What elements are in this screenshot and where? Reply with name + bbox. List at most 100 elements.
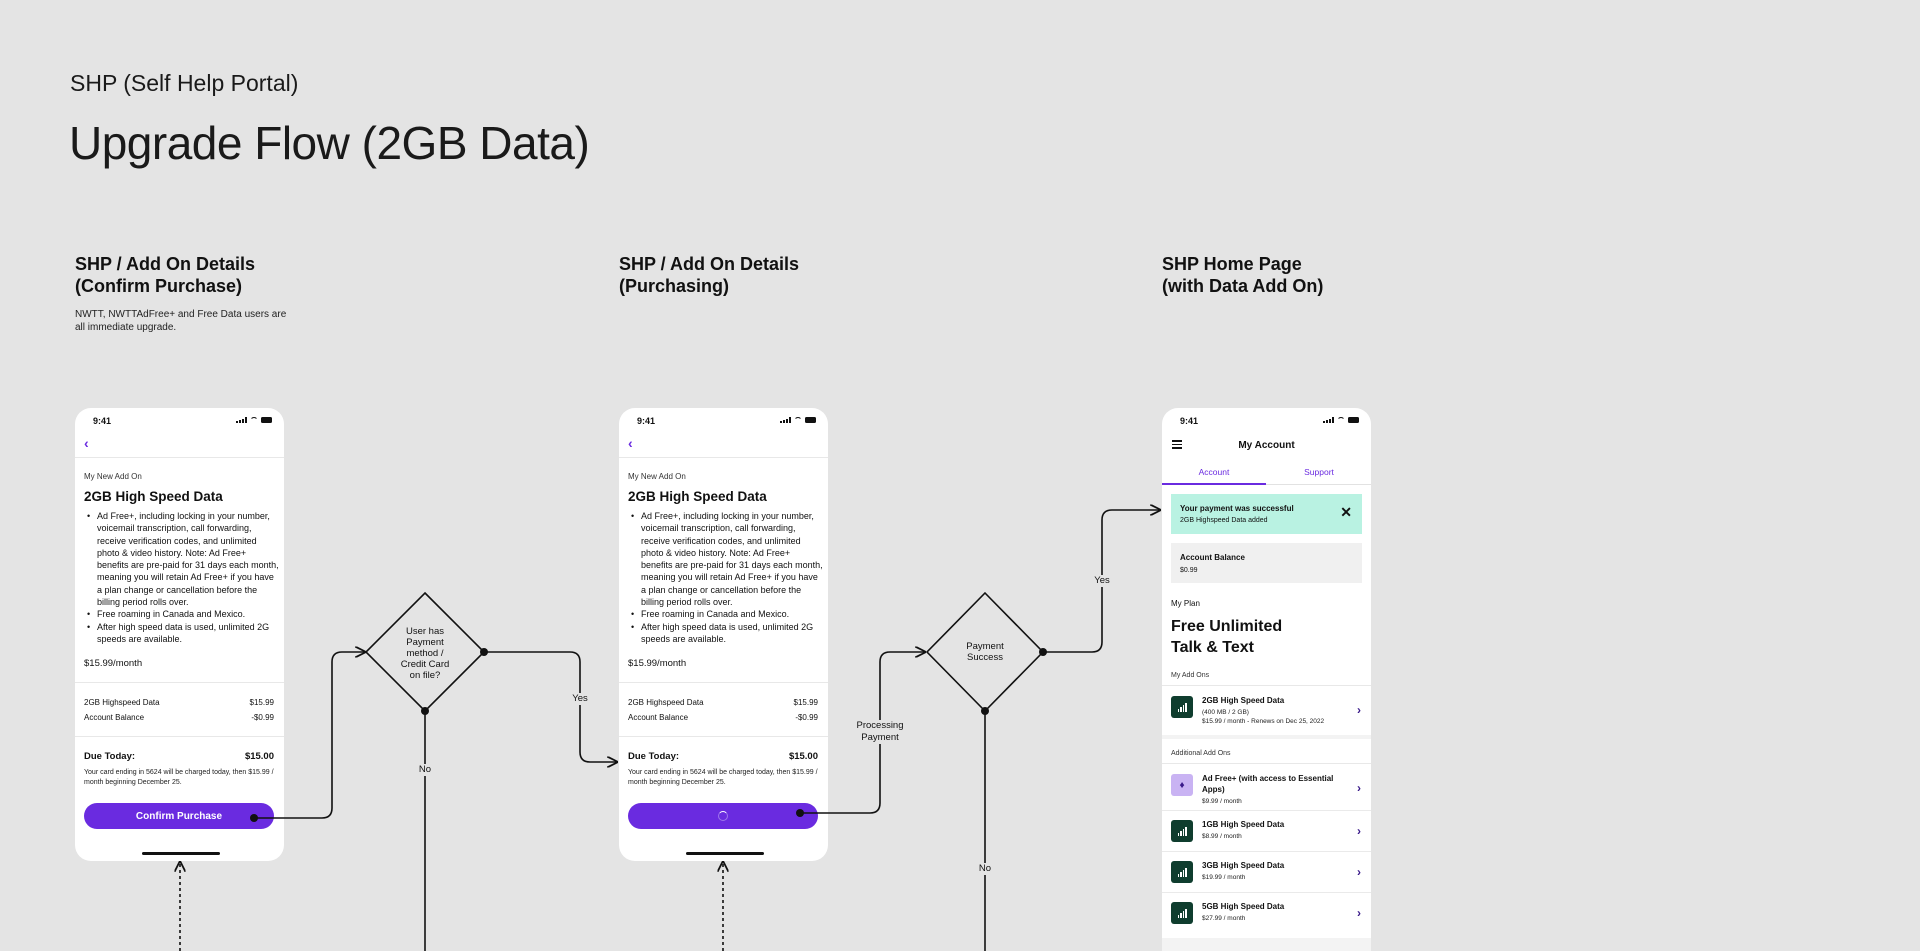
balance-label: Account Balance — [1180, 553, 1245, 562]
addon-price: $27.99 / month — [1202, 915, 1246, 922]
back-icon[interactable]: ‹ — [84, 436, 98, 450]
back-icon[interactable]: ‹ — [628, 436, 642, 450]
wifi-icon — [794, 417, 802, 423]
phone-confirm-purchase: 9:41 ‹ My New Add On 2GB High Speed Data… — [75, 408, 284, 861]
status-bar: 9:41 — [75, 408, 284, 432]
toast-title: Your payment was successful — [1180, 504, 1294, 513]
status-icons — [780, 417, 816, 423]
tab-support[interactable]: Support — [1267, 467, 1371, 477]
divider — [1162, 685, 1371, 686]
due-today: Due Today: $15.00 — [628, 751, 818, 762]
line-item-label: 2GB Highspeed Data — [628, 698, 704, 707]
toast-subtitle: 2GB Highspeed Data added — [1180, 517, 1268, 524]
page-title: Upgrade Flow (2GB Data) — [69, 117, 590, 169]
list-item[interactable]: 5GB High Speed Data $27.99 / month › — [1162, 893, 1371, 934]
addon-price: $15.99/month — [628, 658, 687, 669]
battery-icon — [805, 417, 816, 423]
due-label: Due Today: — [628, 751, 680, 762]
due-today: Due Today: $15.00 — [84, 751, 274, 762]
list-item[interactable]: 1GB High Speed Data $8.99 / month › — [1162, 811, 1371, 852]
status-bar: 9:41 — [619, 408, 828, 432]
benefit-item: After high speed data is used, unlimited… — [87, 621, 279, 646]
line-item-amount: -$0.99 — [251, 713, 274, 722]
line-item: Account Balance -$0.99 — [84, 713, 274, 722]
signal-icon — [1171, 861, 1193, 883]
line-item-amount: -$0.99 — [795, 713, 818, 722]
benefit-item: Ad Free+, including locking in your numb… — [631, 510, 823, 608]
column-title-confirm: SHP / Add On Details (Confirm Purchase) — [75, 254, 256, 296]
addon-name: 2GB High Speed Data — [628, 489, 767, 504]
edge-label-no-2: No — [973, 863, 997, 875]
column-title-purchasing: SHP / Add On Details (Purchasing) — [619, 254, 800, 296]
list-item[interactable]: ♦ Ad Free+ (with access to Essential App… — [1162, 765, 1371, 811]
addon-title: 5GB High Speed Data — [1202, 902, 1285, 911]
benefit-item: Ad Free+, including locking in your numb… — [87, 510, 279, 608]
close-icon[interactable]: ✕ — [1340, 505, 1352, 519]
purchasing-button[interactable] — [628, 803, 818, 829]
tab-active-underline — [1162, 483, 1266, 485]
battery-icon — [261, 417, 272, 423]
status-time: 9:41 — [1180, 416, 1199, 426]
success-toast: Your payment was successful 2GB Highspee… — [1171, 494, 1362, 534]
edge-label-processing: Processing Payment — [848, 720, 912, 744]
section-gap — [1162, 735, 1371, 739]
addon-name: 2GB High Speed Data — [84, 489, 223, 504]
divider — [1162, 763, 1371, 764]
confirm-purchase-button[interactable]: Confirm Purchase — [84, 803, 274, 829]
list-item[interactable]: 2GB High Speed Data (400 MB / 2 GB) $15.… — [1162, 687, 1371, 735]
signal-icon — [1171, 696, 1193, 718]
edge-label-no: No — [413, 764, 437, 776]
connector-dot — [981, 707, 989, 715]
fine-print: Your card ending in 5624 will be charged… — [84, 769, 274, 786]
divider — [75, 682, 284, 683]
addon-title: 1GB High Speed Data — [1202, 820, 1285, 829]
column-note-confirm: NWTT, NWTTAdFree+ and Free Data users ar… — [75, 309, 287, 333]
benefit-item: Free roaming in Canada and Mexico. — [87, 608, 279, 621]
signal-icon — [1171, 820, 1193, 842]
due-amount: $15.00 — [244, 751, 274, 762]
tab-account[interactable]: Account — [1162, 467, 1266, 477]
home-indicator — [686, 852, 764, 855]
edge-label-yes: Yes — [568, 693, 592, 705]
signal-icon — [1171, 902, 1193, 924]
list-item[interactable]: 3GB High Speed Data $19.99 / month › — [1162, 852, 1371, 893]
phone-home-page: 9:41 My Account Account Support Your pay… — [1162, 408, 1371, 951]
line-item: 2GB Highspeed Data $15.99 — [628, 698, 818, 707]
home-indicator — [142, 852, 220, 855]
account-balance-card[interactable]: Account Balance $0.99 — [1171, 543, 1362, 583]
additional-addons-label: Additional Add Ons — [1171, 750, 1231, 757]
line-item-amount: $15.99 — [249, 698, 274, 707]
decision-label-payment-method: User has Payment method / Credit Card on… — [400, 626, 450, 681]
addon-label: My New Add On — [84, 472, 142, 481]
status-bar: 9:41 — [1162, 408, 1371, 432]
plan-name: Free Unlimited Talk & Text — [1171, 618, 1283, 656]
chevron-right-icon: › — [1357, 865, 1361, 879]
addon-renewal: $15.99 / month - Renews on Dec 25, 2022 — [1202, 718, 1325, 725]
chevron-right-icon: › — [1357, 824, 1361, 838]
addon-price: $8.99 / month — [1202, 833, 1242, 840]
line-item: Account Balance -$0.99 — [628, 713, 818, 722]
fine-print: Your card ending in 5624 will be charged… — [628, 769, 818, 786]
due-label: Due Today: — [84, 751, 136, 762]
status-icons — [236, 417, 272, 423]
column-title-home: SHP Home Page (with Data Add On) — [1162, 254, 1324, 296]
line-item: 2GB Highspeed Data $15.99 — [84, 698, 274, 707]
addon-price: $15.99/month — [84, 658, 143, 669]
benefit-item: Free roaming in Canada and Mexico. — [631, 608, 823, 621]
phone-purchasing: 9:41 ‹ My New Add On 2GB High Speed Data… — [619, 408, 828, 861]
plan-label: My Plan — [1171, 599, 1200, 608]
battery-icon — [1348, 417, 1359, 423]
addon-price: $19.99 / month — [1202, 874, 1246, 881]
signal-icon — [780, 417, 791, 423]
decision-label-payment-success: Payment Success — [966, 641, 1004, 663]
benefit-list: Ad Free+, including locking in your numb… — [87, 510, 279, 645]
status-time: 9:41 — [637, 416, 656, 426]
section-gap — [1162, 938, 1371, 951]
line-item-label: Account Balance — [628, 713, 689, 722]
due-amount: $15.00 — [788, 751, 818, 762]
divider — [619, 736, 828, 737]
connector-dot — [480, 648, 488, 656]
chevron-right-icon: › — [1357, 781, 1361, 795]
addon-title: Ad Free+ (with access to Essential Apps) — [1202, 774, 1334, 794]
signal-icon — [236, 417, 247, 423]
